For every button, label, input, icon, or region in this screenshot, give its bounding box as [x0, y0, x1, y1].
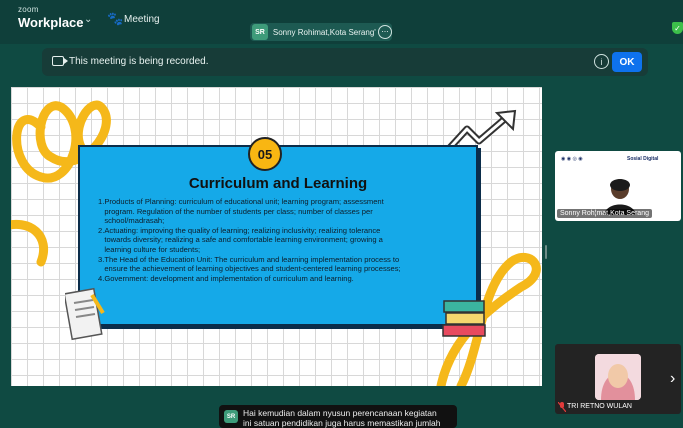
video-camera-icon: [52, 56, 68, 66]
tile-header: Sosial Digital: [627, 156, 659, 162]
info-icon[interactable]: i: [594, 54, 609, 69]
list-item: 4.Government: development and implementa…: [98, 273, 354, 283]
document-icon: [65, 287, 105, 341]
logos-strip: ◉ ◉ ◎ ◉: [561, 156, 583, 162]
muted-mic-icon: [558, 402, 566, 412]
top-bar: zoom Workplace ⌄ 🐾 Meeting SR Sonny Rohi…: [0, 0, 683, 44]
list-item: 3.The Head of the Education Unit: The cu…: [98, 254, 400, 264]
list-item: school/madrasah;: [98, 216, 165, 226]
meeting-label[interactable]: Meeting: [124, 14, 160, 25]
caption-line: ini satuan pendidikan juga harus memasti…: [243, 418, 441, 428]
section-number-badge: 05: [248, 137, 282, 171]
participant-video-tile[interactable]: ◉ ◉ ◎ ◉ Sosial Digital Sonny Roh¦mat,Kot…: [555, 151, 681, 221]
list-item: ensure the achievement of learning objec…: [98, 264, 401, 274]
logo-small: zoom: [18, 5, 39, 14]
content-card: Curriculum and Learning 1.Products of Pl…: [78, 145, 478, 326]
paw-icon[interactable]: 🐾: [107, 11, 123, 27]
shared-screen-slide: Curriculum and Learning 1.Products of Pl…: [11, 87, 542, 386]
books-icon: [442, 300, 486, 337]
avatar: [595, 354, 641, 400]
slide-title: Curriculum and Learning: [188, 175, 368, 192]
ellipsis-icon[interactable]: ⋯: [378, 25, 392, 39]
speaker-name: Sonny Rohimat,Kota Serang's sc: [272, 27, 376, 37]
caption-text: Hai kemudian dalam nyusun perencanaan ke…: [243, 408, 453, 428]
chevron-right-icon[interactable]: ›: [670, 370, 675, 388]
recording-notice: This meeting is being recorded.: [69, 56, 209, 67]
active-speaker-pill[interactable]: SR Sonny Rohimat,Kota Serang's sc ⋯: [250, 23, 392, 41]
ok-button[interactable]: OK: [612, 52, 642, 72]
participant-name: TRI RETNO WULAN: [567, 403, 632, 410]
logo-big: Workplace: [18, 15, 84, 30]
list-item: 2.Actuating: improving the quality of le…: [98, 225, 381, 235]
list-item: learning culture for students;: [98, 244, 201, 254]
slide-list: 1.Products of Planning: curriculum of ed…: [98, 197, 468, 283]
participant-video-tile[interactable]: TRI RETNO WULAN: [555, 344, 681, 414]
speaker-avatar: SR: [252, 24, 268, 40]
shield-check-icon[interactable]: ✓: [672, 22, 683, 34]
list-item: towards diversity; realizing a safe and …: [98, 235, 383, 245]
resize-handle[interactable]: [545, 245, 547, 259]
caption-line: Hai kemudian dalam nyusun perencanaan ke…: [243, 408, 437, 418]
chevron-down-icon[interactable]: ⌄: [84, 14, 92, 25]
participant-name: Sonny Roh¦mat,Kota Serang: [557, 209, 652, 218]
live-caption: SR Hai kemudian dalam nyusun perencanaan…: [219, 405, 457, 428]
recording-banner: This meeting is being recorded. i OK: [42, 48, 648, 76]
list-item: program. Regulation of the number of stu…: [98, 206, 373, 216]
zoom-workplace-logo[interactable]: zoom Workplace: [18, 5, 84, 30]
caption-avatar: SR: [224, 410, 238, 423]
list-item: 1.Products of Planning: curriculum of ed…: [98, 197, 384, 206]
